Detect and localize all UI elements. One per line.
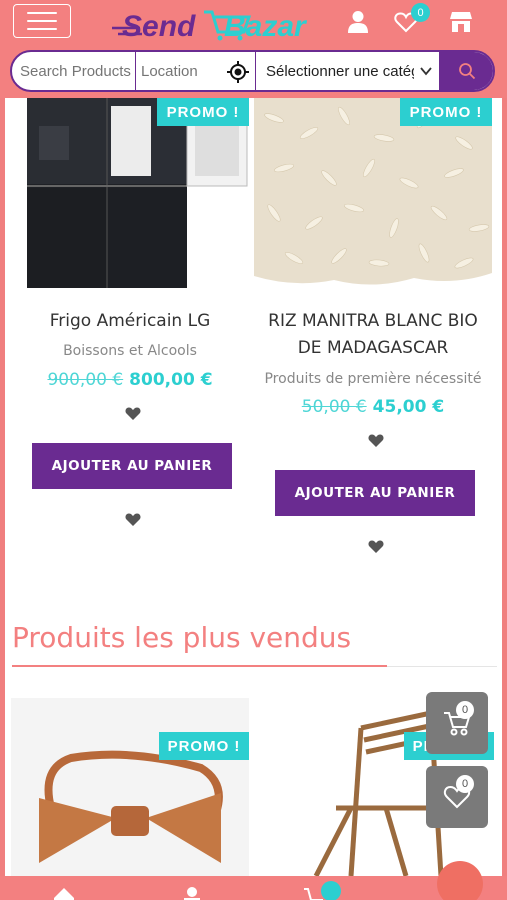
product-image-fridge[interactable]: PROMO ! [11, 98, 249, 290]
new-price: 45,00 € [372, 397, 445, 417]
account-nav-icon[interactable] [180, 886, 204, 900]
product-name[interactable]: Frigo Américain LG [11, 308, 249, 335]
search-button[interactable] [440, 52, 493, 90]
old-price: 50,00 € [301, 397, 367, 417]
old-price: 900,00 € [47, 370, 124, 390]
product-category[interactable]: Produits de première nécessité [254, 371, 492, 387]
add-to-wishlist-heart-icon[interactable] [368, 433, 384, 448]
hamburger-bar-icon [27, 12, 57, 14]
store-icon[interactable] [447, 8, 475, 36]
hamburger-bar-icon [27, 20, 57, 22]
section-underline [12, 665, 387, 667]
top-header: Send Bazar 0 Sélectionner une catégorie [0, 0, 507, 98]
new-price: 800,00 € [129, 370, 213, 390]
add-to-wishlist-heart-icon[interactable] [125, 406, 141, 421]
product-price: 50,00 €45,00 € [254, 397, 492, 417]
site-logo[interactable]: Send Bazar [112, 2, 322, 42]
divider [387, 666, 497, 667]
floating-wishlist-button[interactable]: 0 [426, 766, 488, 828]
product-price: 900,00 €800,00 € [11, 370, 249, 390]
scroll-to-top-button[interactable] [437, 861, 483, 900]
wishlist-heart-icon[interactable] [125, 512, 141, 527]
user-account-icon[interactable] [344, 8, 372, 36]
locate-crosshair-icon[interactable] [227, 61, 249, 83]
hamburger-bar-icon [27, 28, 57, 30]
location-field [136, 52, 256, 90]
wishlist-heart-icon[interactable] [368, 539, 384, 554]
wishlist-count-badge: 0 [411, 3, 430, 22]
promo-badge: PROMO ! [157, 98, 249, 126]
cart-nav-badge [321, 881, 341, 900]
search-bar: Sélectionner une catégorie [10, 50, 495, 92]
svg-text:Bazar: Bazar [224, 10, 308, 42]
product-image-bow-tie[interactable]: PROMO ! [11, 698, 249, 876]
category-select-value: Sélectionner une catégorie [266, 62, 414, 80]
svg-text:Send: Send [122, 10, 196, 42]
product-name[interactable]: RIZ MANITRA BLANC BIO DE MADAGASCAR [254, 308, 492, 362]
bottom-navigation [0, 876, 507, 900]
floating-cart-button[interactable]: 0 [426, 692, 488, 754]
product-listing: PROMO ! Frigo Américain LG Boissons et A… [5, 98, 502, 876]
wishlist-float-count-badge: 0 [456, 775, 474, 793]
product-category[interactable]: Boissons et Alcools [11, 343, 249, 359]
home-nav-icon[interactable] [52, 886, 76, 900]
add-to-cart-button[interactable]: AJOUTER AU PANIER [275, 470, 475, 516]
promo-badge: PROMO ! [400, 98, 492, 126]
product-search-input[interactable] [12, 52, 136, 90]
section-title-best-sellers: Produits les plus vendus [12, 621, 352, 654]
search-icon [458, 63, 475, 80]
product-image-rice[interactable]: PROMO ! [254, 98, 492, 290]
chevron-down-icon [420, 67, 432, 76]
cart-count-badge: 0 [456, 701, 474, 719]
category-select[interactable]: Sélectionner une catégorie [256, 52, 440, 90]
add-to-cart-button[interactable]: AJOUTER AU PANIER [32, 443, 232, 489]
promo-badge: PROMO ! [159, 732, 249, 760]
location-input[interactable] [136, 52, 222, 90]
menu-toggle-button[interactable] [13, 4, 71, 38]
